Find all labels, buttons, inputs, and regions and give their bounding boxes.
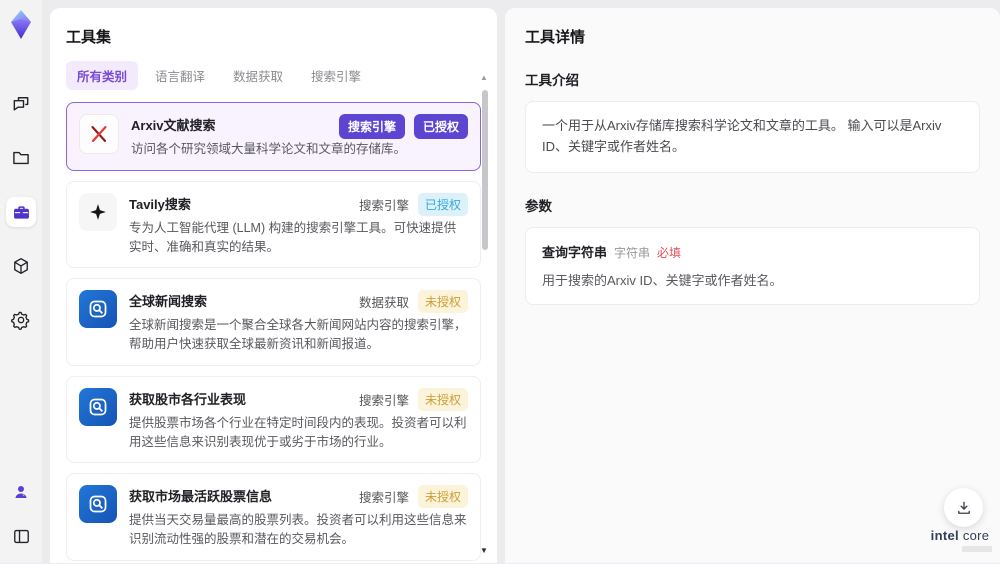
sidebar-item-panel-toggle[interactable] — [6, 521, 36, 551]
download-icon — [957, 501, 970, 514]
tavily-star-icon — [79, 192, 117, 231]
gear-icon — [11, 311, 30, 330]
scroll-down-arrow[interactable]: ▼ — [480, 547, 488, 555]
arxiv-logo-icon — [79, 114, 119, 154]
category-label: 数据获取 — [358, 296, 409, 311]
tool-description: 访问各个研究领域大量科学论文和文章的存储库。 — [131, 142, 407, 156]
sidebar-item-models[interactable] — [6, 251, 36, 281]
tool-card-active-stocks[interactable]: 获取市场最活跃股票信息 提供当天交易量最高的股票列表。投资者可以利用这些信息来识… — [66, 473, 481, 561]
user-icon — [15, 486, 27, 498]
sidebar-item-toolbox[interactable] — [6, 197, 36, 227]
category-label: 搜索引擎 — [358, 198, 409, 213]
tool-card-global-news[interactable]: 全球新闻搜索 全球新闻搜索是一个聚合全球各大新闻网站内容的搜索引擎，帮助用户快速… — [66, 278, 481, 366]
sidebar-item-profile[interactable] — [6, 477, 36, 507]
tab-all-categories[interactable]: 所有类别 — [66, 61, 139, 90]
auth-status-badge: 未授权 — [417, 485, 468, 509]
auth-status-badge: 未授权 — [417, 290, 468, 314]
auth-status-badge: 未授权 — [417, 387, 468, 411]
category-label: 搜索引擎 — [358, 393, 409, 408]
intro-text: 一个用于从Arxiv存储库搜索科学论文和文章的工具。 输入可以是Arxiv ID… — [542, 118, 942, 154]
intel-core-logo: intel core — [928, 528, 992, 552]
cube-icon — [14, 258, 28, 274]
sidebar-item-chat[interactable] — [6, 89, 36, 119]
tool-description: 专为人工智能代理 (LLM) 构建的搜索引擎工具。可快速提供实时、准确和真实的结… — [129, 220, 457, 254]
tool-details-panel: 工具详情 工具介绍 一个用于从Arxiv存储库搜索科学论文和文章的工具。 输入可… — [505, 8, 1000, 563]
tool-card-tavily[interactable]: Tavily搜索 专为人工智能代理 (LLM) 构建的搜索引擎工具。可快速提供实… — [66, 180, 481, 269]
tools-panel: 工具集 所有类别 语言翻译 数据获取 搜索引擎 Arxiv文献搜索 访问各个研究… — [50, 8, 497, 563]
app-logo[interactable] — [7, 9, 35, 41]
left-rail — [0, 0, 42, 563]
tool-description: 全球新闻搜索是一个聚合全球各大新闻网站内容的搜索引擎，帮助用户快速获取全球最新资… — [129, 318, 467, 351]
param-description: 用于搜索的Arxiv ID、关键字或作者姓名。 — [542, 272, 783, 288]
scroll-up-arrow[interactable]: ▲ — [480, 74, 488, 82]
param-name: 查询字符串 — [542, 244, 608, 260]
tool-list: Arxiv文献搜索 访问各个研究领域大量科学论文和文章的存储库。 搜索引擎 已授… — [66, 102, 481, 564]
params-heading: 参数 — [525, 198, 552, 214]
stock-sector-icon — [79, 387, 117, 426]
tool-description: 提供当天交易量最高的股票列表。投资者可以利用这些信息来识别流动性强的股票和潜在的… — [129, 513, 467, 546]
param-type: 字符串 — [614, 245, 651, 260]
details-title: 工具详情 — [525, 29, 586, 46]
intel-logo-bar — [962, 546, 992, 552]
tab-language-translation[interactable]: 语言翻译 — [144, 61, 216, 90]
active-stocks-icon — [79, 485, 117, 524]
tab-data-acquisition[interactable]: 数据获取 — [222, 61, 294, 90]
page-title: 工具集 — [66, 29, 112, 46]
sidebar-item-folder[interactable] — [6, 143, 36, 173]
rail-bottom — [6, 477, 36, 551]
tool-card-arxiv[interactable]: Arxiv文献搜索 访问各个研究领域大量科学论文和文章的存储库。 搜索引擎 已授… — [66, 102, 481, 171]
intro-heading: 工具介绍 — [525, 73, 579, 88]
param-required-flag: 必填 — [657, 245, 682, 260]
auth-status-badge: 已授权 — [417, 192, 468, 216]
briefcase-icon — [13, 205, 29, 219]
rail-nav — [6, 89, 36, 335]
chat-icon — [13, 97, 29, 111]
news-search-icon — [79, 290, 117, 329]
intel-text: intel — [930, 528, 959, 543]
category-label: 搜索引擎 — [358, 491, 409, 506]
download-button[interactable] — [944, 488, 983, 527]
sidebar-item-settings[interactable] — [6, 305, 36, 335]
tab-search-engine[interactable]: 搜索引擎 — [300, 61, 372, 90]
panel-icon — [13, 529, 29, 543]
list-scrollbar[interactable] — [481, 82, 489, 544]
folder-icon — [13, 151, 29, 165]
intro-box: 一个用于从Arxiv存储库搜索科学论文和文章的工具。 输入可以是Arxiv ID… — [525, 101, 980, 173]
scrollbar-thumb[interactable] — [482, 90, 488, 250]
category-badge: 搜索引擎 — [338, 114, 405, 139]
category-tabs: 所有类别 语言翻译 数据获取 搜索引擎 — [66, 61, 481, 90]
tool-card-stock-sectors[interactable]: 获取股市各行业表现 提供股票市场各个行业在特定时间段内的表现。投资者可以利用这些… — [66, 375, 481, 464]
auth-status-badge: 已授权 — [413, 114, 468, 139]
param-box: 查询字符串 字符串 必填 用于搜索的Arxiv ID、关键字或作者姓名。 — [525, 226, 980, 306]
core-text: core — [958, 528, 990, 543]
gem-logo-icon — [11, 10, 31, 39]
tool-description: 提供股票市场各个行业在特定时间段内的表现。投资者可以利用这些信息来识别表现优于或… — [129, 415, 467, 449]
